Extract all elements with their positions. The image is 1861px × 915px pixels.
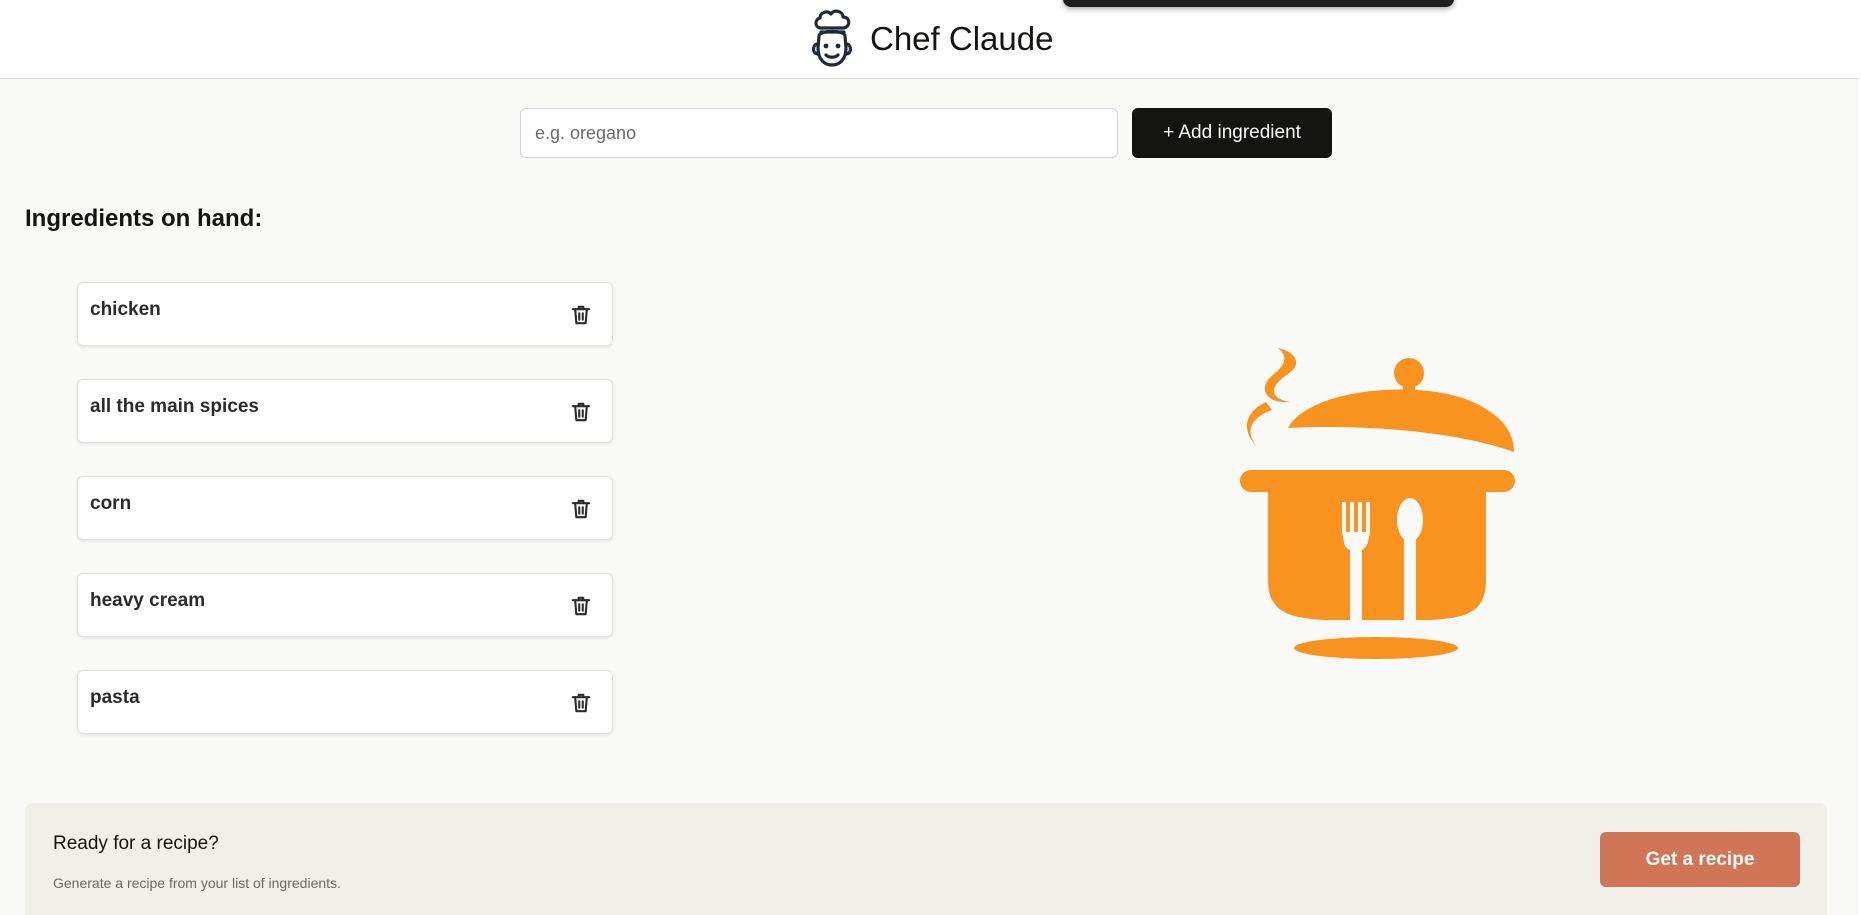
recipe-cta: Ready for a recipe? Generate a recipe fr… xyxy=(25,803,1827,915)
cta-title: Ready for a recipe? xyxy=(53,833,219,854)
chef-head-icon xyxy=(811,9,853,67)
cta-subtitle: Generate a recipe from your list of ingr… xyxy=(53,875,341,891)
ingredient-item: corn xyxy=(77,476,613,540)
ingredients-heading: Ingredients on hand: xyxy=(25,205,263,232)
delete-ingredient-button[interactable] xyxy=(567,592,595,620)
delete-ingredient-button[interactable] xyxy=(567,495,595,523)
trash-icon xyxy=(571,693,591,713)
get-recipe-button[interactable]: Get a recipe xyxy=(1600,832,1800,887)
trash-icon xyxy=(571,402,591,422)
ingredient-name: all the main spices xyxy=(90,396,259,417)
trash-icon xyxy=(571,305,591,325)
delete-ingredient-button[interactable] xyxy=(567,398,595,426)
ingredient-item: pasta xyxy=(77,670,613,734)
ingredient-input[interactable] xyxy=(520,108,1118,158)
ingredient-item: chicken xyxy=(77,282,613,346)
ingredient-name: chicken xyxy=(90,299,161,320)
add-ingredient-button[interactable]: + Add ingredient xyxy=(1132,108,1332,158)
ingredient-name: corn xyxy=(90,493,132,514)
app-page: Chef Claude + Add ingredient Ingredients… xyxy=(0,0,1858,915)
cooking-pot-icon xyxy=(1240,348,1515,659)
ingredient-item: heavy cream xyxy=(77,573,613,637)
trash-icon xyxy=(571,499,591,519)
delete-ingredient-button[interactable] xyxy=(567,689,595,717)
delete-ingredient-button[interactable] xyxy=(567,301,595,329)
ingredient-item: all the main spices xyxy=(77,379,613,443)
notification-toast xyxy=(1063,0,1454,7)
ingredient-name: pasta xyxy=(90,687,140,708)
ingredient-name: heavy cream xyxy=(90,590,206,611)
app-title: Chef Claude xyxy=(870,20,1054,57)
trash-icon xyxy=(571,596,591,616)
brand: Chef Claude xyxy=(806,8,1053,70)
app-header: Chef Claude xyxy=(0,0,1858,79)
